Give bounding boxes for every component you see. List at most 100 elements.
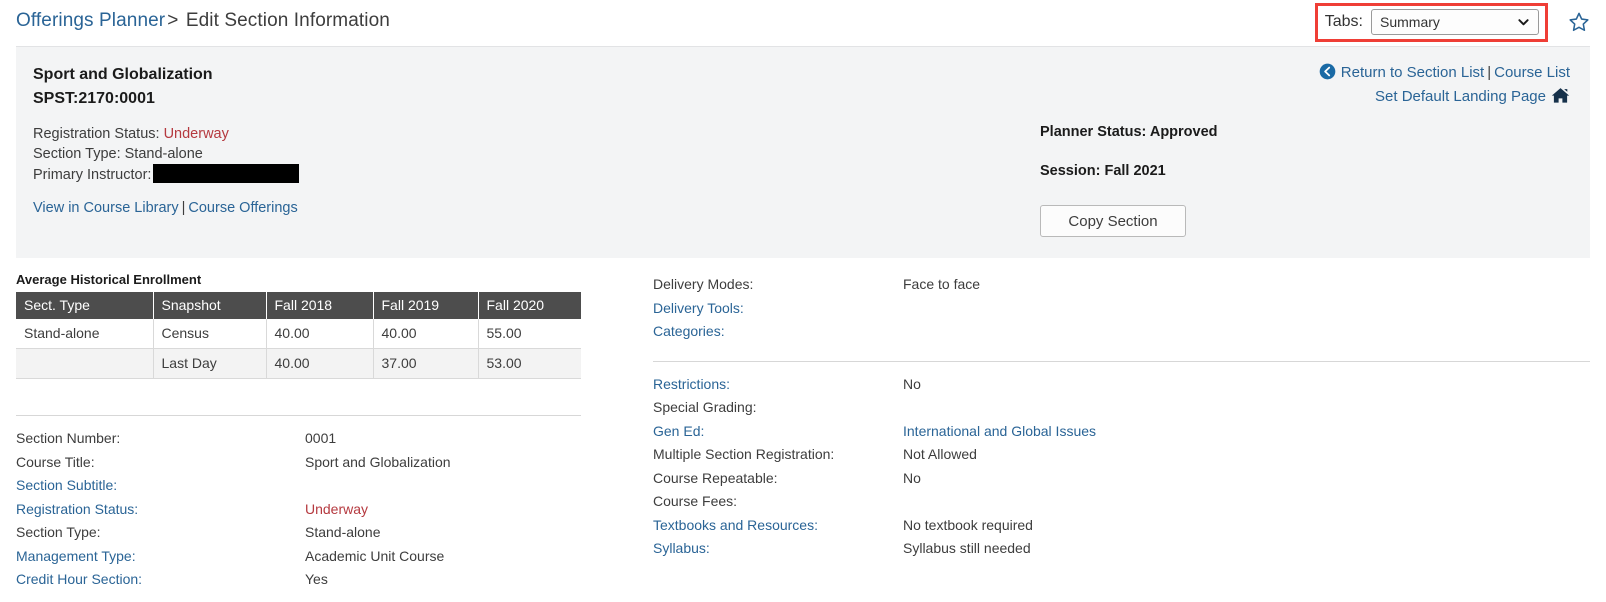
section-detail-label: Section Number: xyxy=(16,430,121,446)
registration-status-label: Registration Status: xyxy=(33,126,160,142)
column-header-sect-type: Sect. Type xyxy=(16,292,154,319)
section-detail-value: Yes xyxy=(305,571,328,587)
course-attribute-label: Special Grading: xyxy=(653,399,757,415)
column-header-fall-2018: Fall 2018 xyxy=(266,292,374,319)
delivery-detail-value: Face to face xyxy=(903,276,981,292)
course-attribute-value[interactable]: International and Global Issues xyxy=(903,420,1096,444)
section-info-panel: Sport and Globalization SPST:2170:0001 R… xyxy=(16,46,1590,258)
primary-instructor-label: Primary Instructor: xyxy=(33,167,152,183)
landing-page-row: Set Default Landing Page xyxy=(1010,85,1570,109)
breadcrumb-parent-link[interactable]: Offerings Planner xyxy=(16,10,165,31)
cell-sect-type: Stand-alone xyxy=(16,319,154,349)
course-attribute-row: Textbooks and Resources: No textbook requ… xyxy=(653,514,1590,538)
cell-fall-2019: 40.00 xyxy=(373,319,479,349)
course-list-link[interactable]: Course List xyxy=(1494,64,1570,81)
section-detail-value: Academic Unit Course xyxy=(305,547,445,564)
section-detail-label[interactable]: Management Type: xyxy=(16,545,305,569)
course-attribute-label[interactable]: Textbooks and Resources: xyxy=(653,514,903,538)
delivery-detail-label[interactable]: Categories: xyxy=(653,320,903,344)
view-in-course-library-link[interactable]: View in Course Library xyxy=(33,200,179,216)
course-attribute-value: No xyxy=(903,375,921,392)
cell-snapshot: Last Day xyxy=(153,348,267,379)
redacted-instructor-name xyxy=(153,164,300,183)
course-attribute-row: Restrictions: No xyxy=(653,373,1590,397)
return-nav-row: Return to Section List | Course List xyxy=(1010,61,1570,85)
section-detail-value: Sport and Globalization xyxy=(305,453,451,470)
delivery-detail-row: Categories: xyxy=(653,320,1590,344)
delivery-detail-label: Delivery Modes: xyxy=(653,276,754,292)
course-attribute-row: Gen Ed: International and Global Issues xyxy=(653,420,1590,444)
panel-nav-links: Return to Section List | Course List Set D… xyxy=(1010,61,1570,109)
top-bar: Offerings Planner > Edit Section Informat… xyxy=(0,0,1606,42)
course-attribute-label: Course Repeatable: xyxy=(653,469,778,486)
cell-fall-2020: 53.00 xyxy=(478,348,581,379)
home-icon[interactable] xyxy=(1551,87,1570,104)
course-attributes-list: Restrictions: No Special Grading: Gen Ed: In… xyxy=(653,373,1590,561)
tabs-dropdown-value: Summary xyxy=(1380,14,1440,30)
course-attribute-value: Syllabus still needed xyxy=(903,540,1031,556)
course-attribute-value: Not Allowed xyxy=(903,446,977,462)
section-detail-row: Registration Status: Underway xyxy=(16,498,628,522)
cell-fall-2020: 55.00 xyxy=(478,319,581,349)
section-type-label: Section Type: xyxy=(33,145,121,162)
delivery-details-list: Delivery Modes: Face to face Delivery Tool… xyxy=(653,273,1590,344)
planner-status-block: Planner Status: Approved Session: Fall 2… xyxy=(1040,123,1440,237)
course-attribute-label[interactable]: Restrictions: xyxy=(653,373,903,397)
section-detail-value: 0001 xyxy=(305,430,337,446)
course-attribute-label[interactable]: Gen Ed: xyxy=(653,420,903,444)
cell-fall-2018: 40.00 xyxy=(266,348,374,379)
section-detail-label[interactable]: Section Subtitle: xyxy=(16,474,305,498)
section-detail-label: Course Title: xyxy=(16,453,95,470)
section-detail-value: Stand-alone xyxy=(305,524,381,540)
section-type-value: Stand-alone xyxy=(124,145,203,162)
left-column: Average Historical Enrollment Sect. Type… xyxy=(16,272,628,592)
tabs-label: Tabs: xyxy=(1324,13,1363,30)
course-attribute-value: No textbook required xyxy=(903,516,1033,533)
course-attribute-label: Course Fees: xyxy=(653,493,738,509)
section-detail-label[interactable]: Registration Status: xyxy=(16,498,305,522)
right-divider xyxy=(653,360,1590,362)
cell-sect-type xyxy=(16,348,154,379)
course-attribute-row: Syllabus: Syllabus still needed xyxy=(653,537,1590,561)
table-row: Stand-alone Census 40.00 40.00 55.00 xyxy=(16,319,581,349)
nav-separator: | xyxy=(1487,64,1492,81)
course-offerings-link[interactable]: Course Offerings xyxy=(188,200,297,216)
breadcrumb-current: Edit Section Information xyxy=(185,10,390,31)
return-to-section-list-link[interactable]: Return to Section List xyxy=(1341,64,1484,81)
section-detail-row: Course Title: Sport and Globalization xyxy=(16,451,628,475)
section-detail-row: Management Type: Academic Unit Course xyxy=(16,545,628,569)
tabs-dropdown[interactable]: Summary xyxy=(1371,9,1539,35)
section-detail-value: Underway xyxy=(305,500,369,517)
cell-snapshot: Census xyxy=(153,319,267,349)
breadcrumb: Offerings Planner > Edit Section Informat… xyxy=(16,10,390,32)
session: Session: Fall 2021 xyxy=(1040,163,1166,179)
copy-section-button[interactable]: Copy Section xyxy=(1040,205,1186,237)
section-detail-row: Section Number: 0001 xyxy=(16,427,628,451)
section-detail-label: Section Type: xyxy=(16,524,101,540)
table-header-row: Sect. Type Snapshot Fall 2018 Fall 2019 … xyxy=(16,292,581,319)
links-separator: | xyxy=(181,199,186,216)
right-column: Delivery Modes: Face to face Delivery Tool… xyxy=(628,272,1590,592)
enrollment-caption: Average Historical Enrollment xyxy=(16,272,202,287)
course-attribute-row: Course Fees: xyxy=(653,490,1590,514)
course-attribute-label: Multiple Section Registration: xyxy=(653,446,835,462)
delivery-detail-label[interactable]: Delivery Tools: xyxy=(653,297,903,321)
set-default-landing-page-link[interactable]: Set Default Landing Page xyxy=(1375,88,1546,105)
historical-enrollment-table: Sect. Type Snapshot Fall 2018 Fall 2019 … xyxy=(16,292,581,379)
course-attribute-label[interactable]: Syllabus: xyxy=(653,537,903,561)
main-content: Average Historical Enrollment Sect. Type… xyxy=(0,272,1606,592)
breadcrumb-separator: > xyxy=(167,10,179,31)
cell-fall-2019: 37.00 xyxy=(373,348,479,379)
course-attribute-value: No xyxy=(903,469,921,486)
favorite-star-icon[interactable] xyxy=(1568,11,1590,33)
delivery-detail-row: Delivery Modes: Face to face xyxy=(653,273,1590,297)
delivery-detail-row: Delivery Tools: xyxy=(653,297,1590,321)
section-detail-label[interactable]: Credit Hour Section: xyxy=(16,568,305,592)
tabs-selector-highlight: Tabs: Summary xyxy=(1314,3,1548,42)
back-arrow-icon[interactable] xyxy=(1319,63,1336,80)
course-attribute-row: Special Grading: xyxy=(653,396,1590,420)
left-divider xyxy=(16,415,581,416)
registration-status-value: Underway xyxy=(163,126,229,142)
column-header-fall-2020: Fall 2020 xyxy=(478,292,581,319)
column-header-fall-2019: Fall 2019 xyxy=(373,292,479,319)
